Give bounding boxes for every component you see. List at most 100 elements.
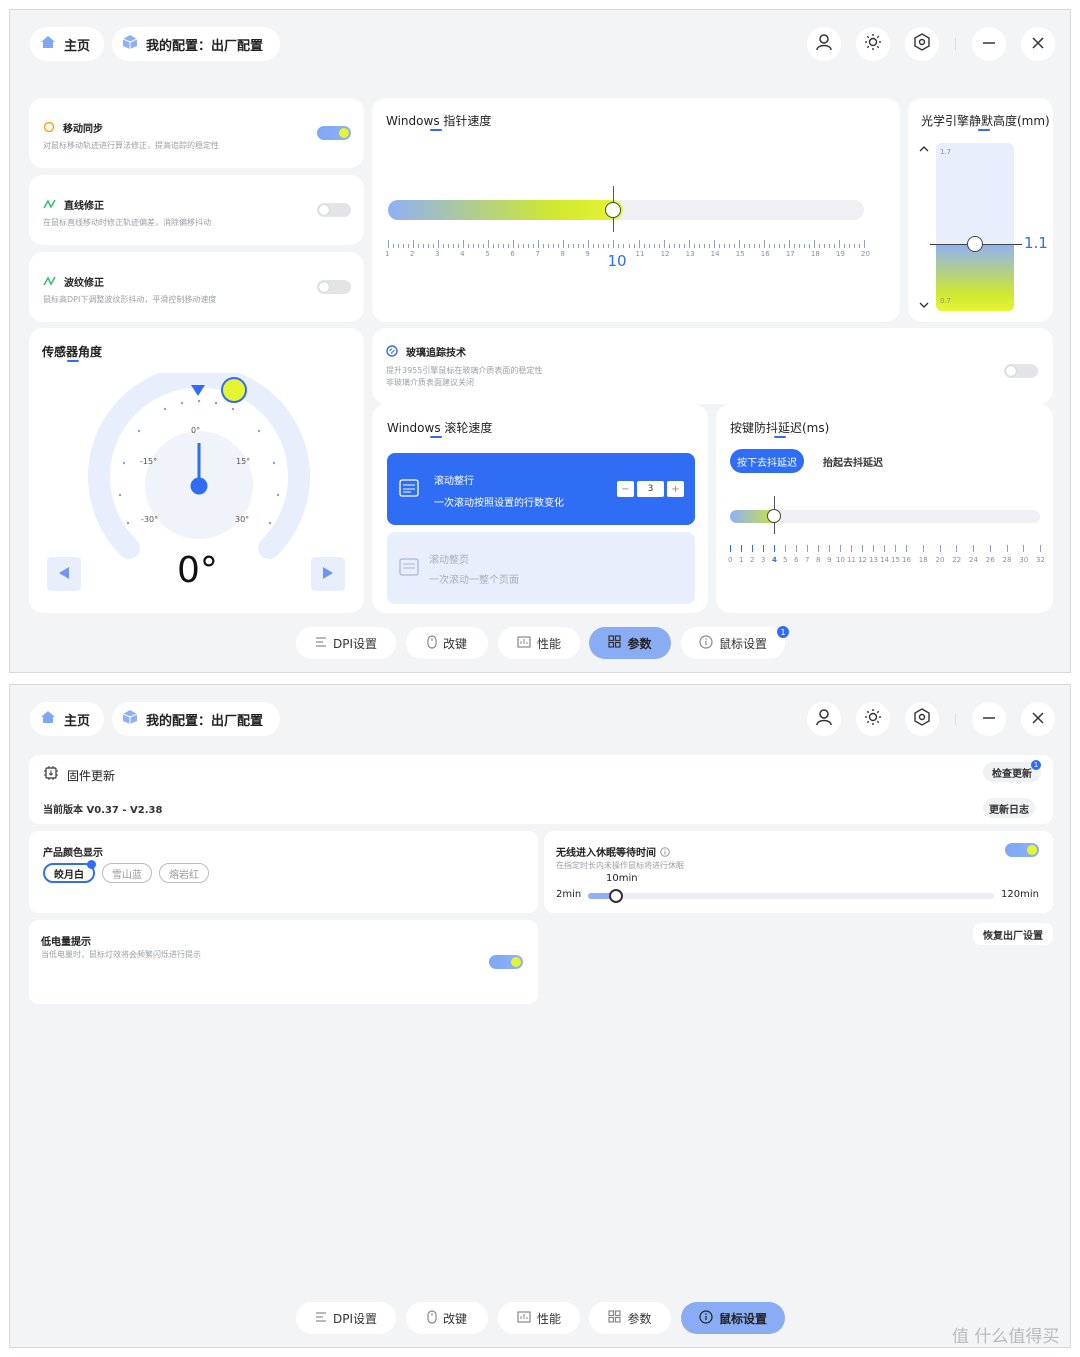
lines-input[interactable]: 3 (637, 481, 664, 497)
pointer-speed-tick (723, 244, 725, 248)
lod-up-icon[interactable] (918, 140, 930, 159)
user-button[interactable] (807, 702, 841, 736)
ripple-icon (43, 272, 56, 291)
debounce-title: 按键防抖延迟(ms) (730, 421, 830, 435)
nav-performance[interactable]: 性能 (498, 1302, 580, 1334)
pointer-speed-tick (798, 244, 800, 248)
debounce-knob[interactable] (767, 509, 781, 523)
color-option-red[interactable]: 熔岩红 (159, 863, 209, 883)
pointer-speed-tick-label: 4 (460, 250, 465, 258)
config-tab[interactable]: 我的配置：出厂配置 (112, 27, 280, 61)
home-icon (40, 35, 56, 53)
brightness-button[interactable] (856, 27, 890, 61)
low-battery-toggle[interactable] (489, 955, 523, 969)
press-debounce-tab[interactable]: 按下去抖延迟 (730, 449, 804, 473)
nav-mouse-settings[interactable]: 鼠标设置 (681, 627, 785, 659)
lod-down-icon[interactable] (918, 296, 930, 315)
nav-params[interactable]: 参数 (589, 1302, 671, 1334)
close-button[interactable] (1021, 702, 1055, 736)
nav-performance[interactable]: 性能 (498, 627, 580, 659)
pointer-speed-tick (663, 240, 665, 248)
debounce-tick-label: 18 (918, 556, 928, 564)
debounce-tick-label: 4 (772, 556, 777, 564)
pointer-speed-tick-label: 18 (810, 250, 820, 258)
nav-remap[interactable]: 改键 (406, 1302, 488, 1334)
home-tab[interactable]: 主页 (30, 27, 104, 61)
nav-dpi[interactable]: DPI设置 (296, 627, 396, 659)
nav-remap[interactable]: 改键 (406, 627, 488, 659)
angle-increase-button[interactable] (311, 557, 345, 591)
low-battery-card: 低电量提示 当低电量时，鼠标灯效将会频繁闪烁进行提示 (29, 920, 538, 1004)
brightness-button[interactable] (856, 702, 890, 736)
scroll-page-option[interactable]: 滚动整页 一次滚动一整个页面 (387, 532, 695, 604)
motion-sync-toggle[interactable] (317, 126, 351, 140)
angle-decrease-button[interactable] (47, 557, 81, 591)
release-debounce-tab[interactable]: 抬起去抖延迟 (815, 449, 891, 473)
lines-increase-button[interactable]: + (667, 481, 684, 497)
debounce-tick-label: 12 (858, 556, 867, 564)
debounce-tick-label: 15 (891, 556, 900, 564)
angle-value: 0° (177, 550, 218, 591)
user-button[interactable] (807, 27, 841, 61)
factory-reset-button[interactable]: 恢复出厂设置 (973, 923, 1053, 945)
ripple-desc: 鼠标高DPI下调整波纹形抖动，平滑控制移动速度 (43, 295, 217, 304)
triangle-right-icon (322, 565, 334, 584)
dpi-icon (315, 1311, 327, 1326)
pointer-speed-tick (648, 244, 650, 248)
lod-slider[interactable] (936, 143, 1014, 311)
cube-icon (122, 34, 138, 54)
ripple-toggle[interactable] (317, 280, 351, 294)
debounce-tick (973, 545, 974, 552)
close-button[interactable] (1021, 27, 1055, 61)
debounce-tick (1006, 545, 1008, 552)
glass-desc-2: 非玻璃介质表面建议关闭 (386, 378, 474, 387)
pointer-speed-tick (478, 244, 480, 248)
sleep-min-label: 2min (556, 889, 582, 900)
nav-mouse-settings[interactable]: 鼠标设置 (681, 1302, 785, 1334)
debounce-tick-label: 24 (969, 556, 978, 564)
pointer-speed-track[interactable] (388, 200, 864, 220)
scroll-line-option[interactable]: 滚动整行 一次滚动按照设置的行数变化 − 3 + (387, 453, 695, 525)
debounce-tick-label: 5 (783, 556, 788, 564)
color-option-blue[interactable]: 雪山蓝 (102, 863, 152, 883)
minimize-button[interactable] (972, 702, 1006, 736)
minimize-button[interactable] (972, 27, 1006, 61)
watermark: 值 什么值得买 (952, 1327, 1060, 1347)
nav-params[interactable]: 参数 (589, 627, 671, 659)
debounce-tick (752, 545, 753, 552)
pointer-speed-tick (553, 244, 555, 248)
glass-toggle[interactable] (1004, 364, 1038, 378)
debounce-tick (730, 545, 731, 552)
pointer-speed-tick (558, 244, 560, 248)
nav-dpi[interactable]: DPI设置 (296, 1302, 396, 1334)
pointer-speed-tick (818, 244, 820, 248)
debounce-tick (774, 545, 775, 552)
pointer-speed-tick (398, 244, 400, 248)
pointer-speed-tick (463, 240, 465, 248)
update-log-button[interactable]: 更新日志 (983, 798, 1035, 818)
pointer-speed-tick (748, 244, 750, 248)
angle-dial[interactable] (84, 373, 314, 568)
pointer-speed-tick (788, 240, 790, 248)
pointer-speed-tick-label: 15 (735, 250, 745, 258)
home-tab[interactable]: 主页 (30, 702, 104, 736)
lod-knob[interactable] (967, 235, 983, 252)
debounce-tick (884, 545, 885, 552)
angle-snap-toggle[interactable] (317, 203, 351, 217)
pointer-speed-tick-label: 16 (760, 250, 770, 258)
sleep-toggle[interactable] (1005, 843, 1039, 857)
sleep-track[interactable] (588, 893, 994, 899)
sleep-knob[interactable] (608, 889, 623, 903)
nav-mouse-settings-label: 鼠标设置 (718, 636, 767, 651)
device-settings-button[interactable] (905, 702, 939, 736)
ripple-title: 波纹修正 (64, 278, 104, 289)
lines-decrease-button[interactable]: − (617, 481, 634, 497)
pointer-speed-tick (448, 244, 450, 248)
debounce-tick (873, 545, 874, 552)
debounce-tick-label: 8 (816, 556, 821, 564)
info-icon[interactable] (660, 842, 670, 861)
debounce-tick-label: 30 (1019, 556, 1029, 564)
debounce-tick-label: 20 (935, 556, 945, 564)
device-settings-button[interactable] (905, 27, 939, 61)
config-tab[interactable]: 我的配置：出厂配置 (112, 702, 280, 736)
